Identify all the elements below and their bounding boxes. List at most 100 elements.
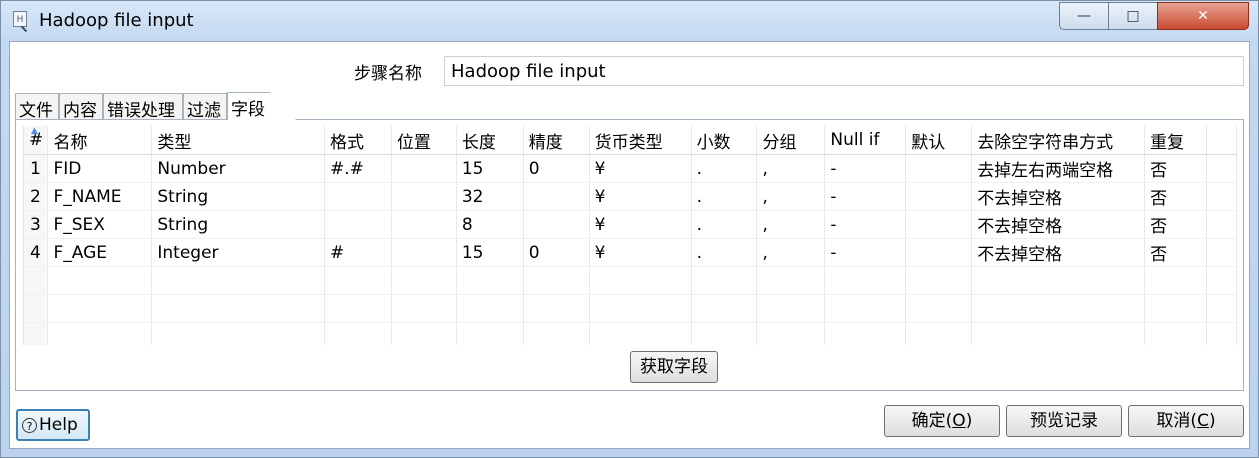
dialog-window: H Hadoop file input — □ ✕ 步骤名称 Hadoop fi… [0,0,1259,458]
cell-default[interactable] [905,238,973,267]
fields-grid: ▲ # 名称 类型 格式 位置 长度 精度 货币类型 小数 分组 Null if … [23,126,1237,345]
tab-file[interactable]: 文件 [15,93,59,121]
get-fields-button[interactable]: 获取字段 [630,351,718,383]
cell-type[interactable]: String [151,182,326,211]
cell-precision[interactable]: 0 [523,238,590,267]
cell-decimal[interactable]: . [691,210,758,239]
column-header-default[interactable]: 默认 [905,126,973,155]
step-name-input[interactable]: Hadoop file input [444,56,1244,86]
table-row[interactable]: 3 F_SEX String 8 ¥ . , - 不去掉空格 否 [24,210,1237,239]
tab-fields[interactable]: 字段 [227,92,296,120]
cell-format[interactable]: # [324,238,392,267]
cell-group[interactable]: , [756,238,826,267]
cell-repeat[interactable]: 否 [1144,154,1207,183]
row-index: 4 [24,238,49,267]
cell-repeat[interactable]: 否 [1144,238,1207,267]
maximize-button[interactable]: □ [1108,2,1158,30]
cell-trim-type[interactable]: 不去掉空格 [971,238,1146,267]
column-header-position[interactable]: 位置 [391,126,457,155]
cell-precision[interactable] [523,210,590,239]
column-header-name[interactable]: 名称 [47,126,153,155]
cell-currency[interactable]: ¥ [589,182,692,211]
cell-default[interactable] [905,182,973,211]
cell-default[interactable] [905,154,973,183]
cell-null-if[interactable]: - [824,154,907,183]
column-header-repeat[interactable]: 重复 [1144,126,1207,155]
cell-group[interactable]: , [756,182,826,211]
cell-trim-type[interactable]: 不去掉空格 [971,210,1146,239]
minimize-button[interactable]: — [1059,2,1109,30]
cell-format[interactable] [324,210,392,239]
cell-length[interactable]: 8 [456,210,524,239]
close-button[interactable]: ✕ [1157,2,1249,30]
cell-name[interactable]: F_AGE [47,238,153,267]
cell-format[interactable]: #.# [324,154,392,183]
cell-currency[interactable]: ¥ [589,238,692,267]
cell-repeat[interactable]: 否 [1144,210,1207,239]
table-row[interactable]: 4 F_AGE Integer # 15 0 ¥ . , - 不去掉空格 否 [24,238,1237,267]
column-header-type[interactable]: 类型 [151,126,326,155]
tab-content[interactable]: 内容 [59,93,103,121]
cell-precision[interactable]: 0 [523,154,590,183]
cell-null-if[interactable]: - [824,182,907,211]
cell-repeat[interactable]: 否 [1144,182,1207,211]
cell-position[interactable] [391,210,457,239]
cell-length[interactable]: 32 [456,182,524,211]
window-title: Hadoop file input [39,10,194,31]
cell-type[interactable]: String [151,210,326,239]
cell-length[interactable]: 15 [456,238,524,267]
column-header-decimal[interactable]: 小数 [691,126,758,155]
table-row-empty[interactable] [24,322,1237,345]
column-header-precision[interactable]: 精度 [523,126,590,155]
cell-precision[interactable] [523,182,590,211]
table-row[interactable]: 1 FID Number #.# 15 0 ¥ . , - 去掉左右两端空格 否 [24,154,1237,183]
cell-length[interactable]: 15 [456,154,524,183]
column-header-length[interactable]: 长度 [456,126,524,155]
column-header-format[interactable]: 格式 [324,126,392,155]
column-header-currency[interactable]: 货币类型 [589,126,692,155]
column-header-trim-type[interactable]: 去除空字符串方式 [971,126,1146,155]
cell-filler [1206,238,1237,267]
cell-type[interactable]: Integer [151,238,326,267]
cell-position[interactable] [391,182,457,211]
cancel-button[interactable]: 取消(C) [1128,405,1244,437]
cell-type[interactable]: Number [151,154,326,183]
tab-filter[interactable]: 过滤 [183,93,227,121]
cell-null-if[interactable]: - [824,238,907,267]
step-name-label: 步骤名称 [354,64,422,84]
table-row-empty[interactable] [24,294,1237,323]
column-header-null-if[interactable]: Null if [824,126,907,155]
cell-null-if[interactable]: - [824,210,907,239]
row-index: 1 [24,154,49,183]
cell-currency[interactable]: ¥ [589,154,692,183]
cell-trim-type[interactable]: 不去掉空格 [971,182,1146,211]
cell-group[interactable]: , [756,210,826,239]
table-row-empty[interactable] [24,266,1237,295]
column-header-group[interactable]: 分组 [756,126,826,155]
row-index: 3 [24,210,49,239]
preview-rows-button[interactable]: 预览记录 [1006,405,1122,437]
cell-currency[interactable]: ¥ [589,210,692,239]
cell-group[interactable]: , [756,154,826,183]
row-index: 2 [24,182,49,211]
cell-decimal[interactable]: . [691,238,758,267]
cell-trim-type[interactable]: 去掉左右两端空格 [971,154,1146,183]
cell-name[interactable]: FID [47,154,153,183]
cell-format[interactable] [324,182,392,211]
help-label: Help [39,415,78,435]
cell-position[interactable] [391,154,457,183]
cell-decimal[interactable]: . [691,182,758,211]
cell-name[interactable]: F_NAME [47,182,153,211]
cell-position[interactable] [391,238,457,267]
cell-name[interactable]: F_SEX [47,210,153,239]
column-header-index[interactable]: ▲ # [24,126,49,155]
cell-filler [1206,210,1237,239]
table-row[interactable]: 2 F_NAME String 32 ¥ . , - 不去掉空格 否 [24,182,1237,211]
cell-default[interactable] [905,210,973,239]
tab-error-handling[interactable]: 错误处理 [103,93,183,121]
cell-decimal[interactable]: . [691,154,758,183]
help-button[interactable]: ? Help [16,409,90,441]
column-header-filler [1206,126,1237,155]
help-icon: ? [22,417,37,433]
ok-button[interactable]: 确定(O) [884,405,1000,437]
